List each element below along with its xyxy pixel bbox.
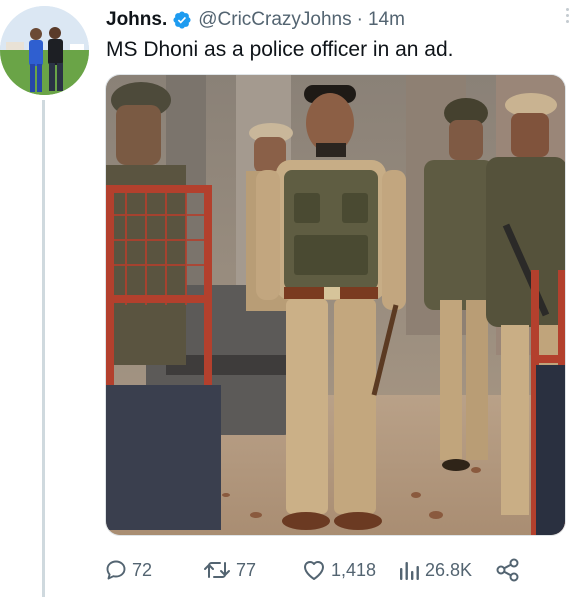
views-count: 26.8K [425, 559, 473, 580]
more-vertical-icon[interactable] [564, 6, 570, 28]
display-name[interactable]: Johns. [106, 9, 167, 31]
tweet-media-image[interactable] [105, 74, 566, 536]
police-scene-photo [106, 75, 565, 535]
views-icon [397, 558, 421, 582]
like-button[interactable]: 1,418 [301, 555, 376, 585]
like-count: 1,418 [331, 559, 377, 580]
heart-icon [301, 558, 327, 582]
retweet-count: 77 [236, 559, 257, 580]
thread-line [42, 100, 45, 597]
retweet-button[interactable]: 77 [202, 555, 256, 585]
verified-badge-icon [172, 10, 192, 30]
avatar-photo [0, 6, 89, 95]
avatar[interactable] [0, 6, 89, 95]
retweet-icon [202, 558, 232, 582]
views-button[interactable]: 26.8K [397, 555, 472, 585]
separator-dot: · [356, 9, 363, 30]
share-icon [495, 557, 521, 583]
timestamp[interactable]: 14m [368, 9, 405, 31]
reply-button[interactable]: 72 [104, 555, 152, 585]
tweet-text: MS Dhoni as a police officer in an ad. [106, 38, 454, 61]
share-button[interactable] [495, 555, 521, 585]
tweet-actions: 72 77 1,418 26.8K [104, 555, 574, 585]
reply-icon [104, 558, 128, 582]
user-handle[interactable]: @CricCrazyJohns [198, 9, 351, 31]
tweet-header: Johns. @CricCrazyJohns · 14m [106, 8, 405, 32]
reply-count: 72 [132, 559, 153, 580]
